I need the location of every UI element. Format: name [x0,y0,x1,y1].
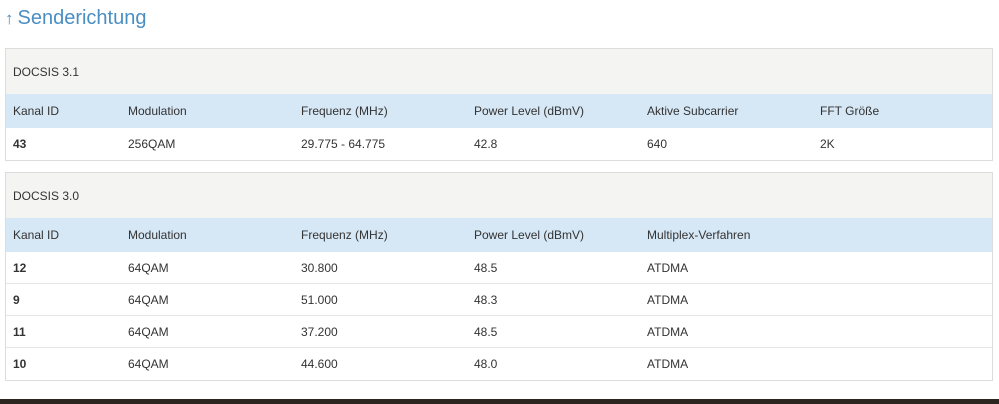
fft-size: 2K [820,137,835,151]
table-row: 11 64QAM 37.200 48.5 ATDMA [6,316,992,348]
section-heading[interactable]: ↑ Senderichtung [5,4,146,32]
channel-id: 9 [13,292,20,307]
frequency: 51.000 [301,292,338,307]
channel-id: 43 [13,137,27,151]
arrow-up-icon: ↑ [5,9,14,28]
column-header: Aktive Subcarrier [647,104,739,118]
channel-id: 12 [13,260,27,275]
power-level: 42.8 [474,137,498,151]
column-header: Frequenz (MHz) [301,228,388,242]
power-level: 48.0 [474,357,498,371]
column-header: Kanal ID [13,228,60,242]
column-header: Frequenz (MHz) [301,104,388,118]
column-header: Kanal ID [13,104,60,118]
panel-title: DOCSIS 3.1 [6,49,992,94]
docsis31-panel: DOCSIS 3.1 Kanal ID Modulation Frequenz … [5,48,993,161]
multiplex-method: ATDMA [647,292,689,307]
modulation: 64QAM [128,260,169,275]
frequency: 30.800 [301,260,338,275]
column-header: FFT Größe [820,104,880,118]
column-header: Multiplex-Verfahren [647,228,751,242]
docsis30-panel: DOCSIS 3.0 Kanal ID Modulation Frequenz … [5,172,993,381]
power-level: 48.3 [474,292,498,307]
power-level: 48.5 [474,324,498,339]
table-row: 10 64QAM 44.600 48.0 ATDMA [6,348,992,380]
table-row: 9 64QAM 51.000 48.3 ATDMA [6,284,992,316]
column-header: Power Level (dBmV) [474,228,585,242]
channel-id: 10 [13,357,27,371]
table-row: 12 64QAM 30.800 48.5 ATDMA [6,252,992,284]
modulation: 64QAM [128,357,169,371]
channel-id: 11 [13,324,26,339]
table-row: 43 256QAM 29.775 - 64.775 42.8 640 2K [6,128,992,160]
column-header: Power Level (dBmV) [474,104,585,118]
page: ↑ Senderichtung DOCSIS 3.1 Kanal ID Modu… [0,0,999,404]
table-header-row: Kanal ID Modulation Frequenz (MHz) Power… [6,218,992,252]
multiplex-method: ATDMA [647,357,689,371]
panel-title: DOCSIS 3.0 [6,173,992,218]
modulation: 256QAM [128,137,176,151]
active-subcarrier: 640 [647,137,668,151]
bottom-edge-bar [0,399,999,404]
modulation: 64QAM [128,324,169,339]
power-level: 48.5 [474,260,498,275]
frequency: 44.600 [301,357,338,371]
modulation: 64QAM [128,292,169,307]
multiplex-method: ATDMA [647,260,689,275]
frequency: 29.775 - 64.775 [301,137,386,151]
column-header: Modulation [128,228,187,242]
frequency: 37.200 [301,324,338,339]
column-header: Modulation [128,104,187,118]
section-title: Senderichtung [17,6,147,29]
table-header-row: Kanal ID Modulation Frequenz (MHz) Power… [6,94,992,128]
multiplex-method: ATDMA [647,324,689,339]
